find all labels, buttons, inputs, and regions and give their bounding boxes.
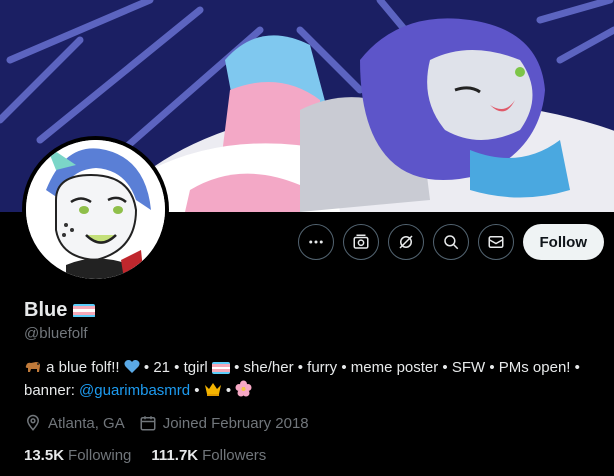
followers-link[interactable]: 111.7K Followers: [151, 447, 266, 464]
trans-flag-small-icon: [211, 362, 230, 374]
followers-label: Followers: [202, 447, 267, 464]
more-button[interactable]: [297, 224, 334, 260]
message-button[interactable]: [477, 224, 514, 260]
bio-separator-2: •: [225, 382, 236, 399]
location-text: Atlanta, GA: [48, 414, 125, 432]
blue-heart-icon: [124, 359, 140, 380]
profile-avatar[interactable]: [22, 136, 169, 283]
calendar-icon: [140, 416, 156, 431]
subscribe-button[interactable]: [342, 224, 379, 260]
joined-text: Joined February 2018: [162, 414, 309, 432]
profile-meta: Atlanta, GA Joined February 2018: [24, 414, 309, 432]
grok-icon: [398, 235, 413, 249]
location-item: Atlanta, GA: [24, 414, 125, 432]
bio-banner-label: banner:: [24, 382, 80, 399]
location-pin-icon: [26, 414, 40, 431]
follow-button[interactable]: Follow: [522, 224, 604, 260]
bio-text-1: a blue folf!!: [46, 359, 120, 376]
more-icon: [308, 240, 323, 244]
search-button[interactable]: [432, 224, 469, 260]
grok-button[interactable]: [387, 224, 424, 260]
profile-actions: Follow: [297, 224, 604, 260]
profile-stats: 13.5K Following 111.7K Followers: [24, 447, 266, 464]
subscribe-icon: [353, 234, 368, 249]
bio-text-3: • she/her • furry • meme poster • SFW • …: [234, 359, 580, 376]
joined-item: Joined February 2018: [139, 414, 309, 432]
search-icon: [443, 235, 458, 250]
message-icon: [488, 236, 503, 248]
trans-flag-icon: [73, 303, 96, 318]
banner-artist-link[interactable]: @guarimbasmrd: [79, 382, 190, 399]
bio-separator: •: [190, 382, 204, 399]
following-count: 13.5K: [24, 447, 65, 464]
blossom-emoji-icon: [235, 380, 252, 403]
display-name: Blue: [24, 299, 68, 321]
profile-bio: a blue folf!! • 21 • tgirl • she/her • f…: [24, 357, 609, 403]
dog-emoji-icon: [24, 358, 42, 380]
followers-count: 111.7K: [151, 447, 199, 464]
name-row: Blue: [24, 299, 96, 322]
crown-emoji-icon: [204, 381, 222, 403]
bio-text-2: • 21 • tgirl: [143, 359, 212, 376]
avatar-image: [26, 140, 165, 279]
user-handle: @bluefolf: [24, 325, 88, 342]
following-link[interactable]: 13.5K Following: [24, 447, 131, 464]
following-label: Following: [68, 447, 132, 464]
